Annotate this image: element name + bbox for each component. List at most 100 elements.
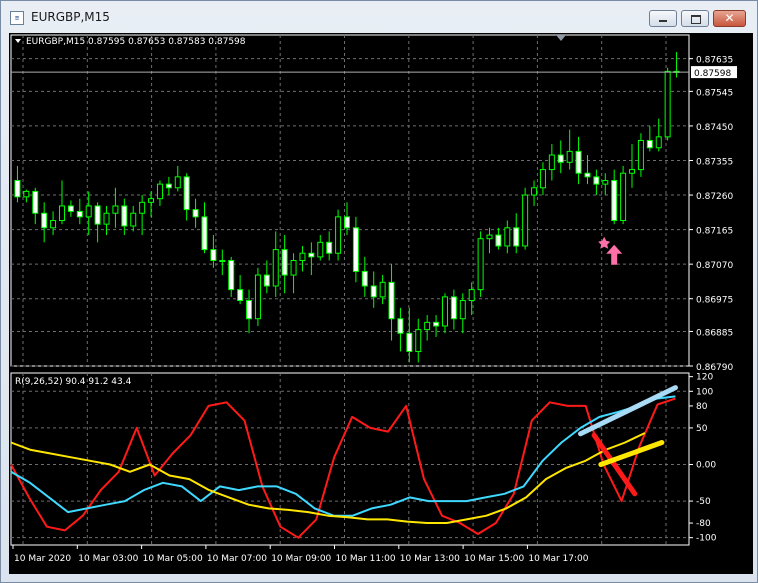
indicator-axis-label: -50 [696,497,711,507]
candle-body [201,216,208,251]
candle-body [424,321,431,331]
candle-body [664,70,671,138]
candle-body [237,289,244,302]
candle-body [344,216,350,229]
candle-body [317,241,324,258]
candle-body [352,227,359,272]
candle-body [655,136,662,149]
candle-body [219,260,226,263]
candle-body [433,321,440,327]
candle-body [522,194,529,247]
price-axis-label: 0.87450 [696,123,733,133]
time-axis-label: 10 Mar 2020 [14,554,71,564]
signal-star-marker [598,236,611,249]
candle-body [335,216,342,254]
candle-body [14,179,21,198]
candle-body [50,220,57,229]
price-axis-label: 0.86885 [696,328,733,338]
indicator-axis-label: -80 [696,519,711,529]
candle-body [450,296,457,320]
minimize-button[interactable] [649,10,677,27]
chart-window-icon[interactable]: ≡ [10,11,24,25]
candle-body [629,169,636,174]
time-axis-label: 10 Mar 15:00 [464,554,524,564]
candle-body [246,300,253,320]
candle-body [602,179,609,185]
time-axis-label: 10 Mar 13:00 [400,554,460,564]
indicator-axis-label: 80 [696,402,708,412]
candle-body [584,172,591,178]
candle-body [557,154,564,163]
price-axis-label: 0.87545 [696,88,733,98]
candle-body [299,252,306,262]
indicator-series-line [10,395,676,517]
price-axis-label: 0.86790 [696,363,733,373]
price-axis-label: 0.87635 [696,56,733,66]
candle-body [139,201,146,214]
candle-body [646,139,653,149]
candle-body [85,205,92,218]
candle-body [397,318,404,334]
candle-body [103,212,110,225]
candle-body [112,205,119,214]
candle-body [548,154,555,171]
candle-body [281,249,288,276]
candle-body [254,274,261,320]
main-pane-border [10,34,690,367]
candle-body [593,176,600,185]
candle-body [148,198,155,203]
buy-arrow-marker [606,244,623,265]
candle-body [388,281,395,320]
trend-drawing [578,385,678,437]
candle-body [130,212,137,227]
candle-body [370,285,377,298]
candle-body [290,260,297,276]
indicator-axis-label: 50 [696,424,708,434]
close-button[interactable]: ✕ [713,10,746,27]
maximize-icon [691,15,701,24]
price-axis-label: 0.87260 [696,192,733,202]
chart-canvas[interactable]: 0.87635 0.87545 0.87450 0.87355 0.87260 0.871… [9,33,753,574]
chart-svg[interactable]: 0.87635 0.87545 0.87450 0.87355 0.87260 0.871… [9,33,753,574]
title-bar[interactable]: ≡ EURGBP,M15 ✕ [1,1,757,34]
candle-body [361,270,368,287]
candle-body [183,176,190,211]
candle-body [415,329,422,352]
candle-body [459,300,466,320]
time-axis-label: 10 Mar 07:00 [207,554,267,564]
candle-body [326,241,333,254]
candle-body [23,190,30,198]
candle-body [513,227,520,247]
maximize-button[interactable] [681,10,709,27]
current-price-label: 0.87598 [694,69,731,79]
candle-body [379,281,386,298]
candle-body [228,260,235,291]
candle-body [539,169,546,189]
candle-body [174,176,181,189]
price-axis-label: 0.87355 [696,157,733,167]
candle-body [441,296,448,327]
price-axis-label: 0.87070 [696,261,733,271]
time-axis-label: 10 Mar 11:00 [336,554,396,564]
candle-body [620,172,627,222]
candle-body [575,150,582,174]
candle-body [531,187,538,196]
price-axis-label: 0.87165 [696,227,733,237]
candle-body [192,209,199,218]
candle-body [94,205,101,225]
minimize-icon [659,20,667,22]
candle-body [263,274,270,287]
indicator-axis-label: -100 [696,534,717,544]
indicator-axis-label: 0.00 [696,460,716,470]
candle-body [76,210,83,218]
candle-body [495,234,502,247]
price-axis-label: 0.86975 [696,296,733,306]
candle-body [67,205,74,212]
candle-body [165,183,172,189]
candle-body [32,190,39,214]
candle-body [58,205,65,222]
candle-body [156,183,163,200]
chart-header-info: EURGBP,M15 0.87595 0.87653 0.87583 0.875… [26,37,246,47]
chart-shift-marker [556,35,566,41]
candle-body [486,234,493,240]
